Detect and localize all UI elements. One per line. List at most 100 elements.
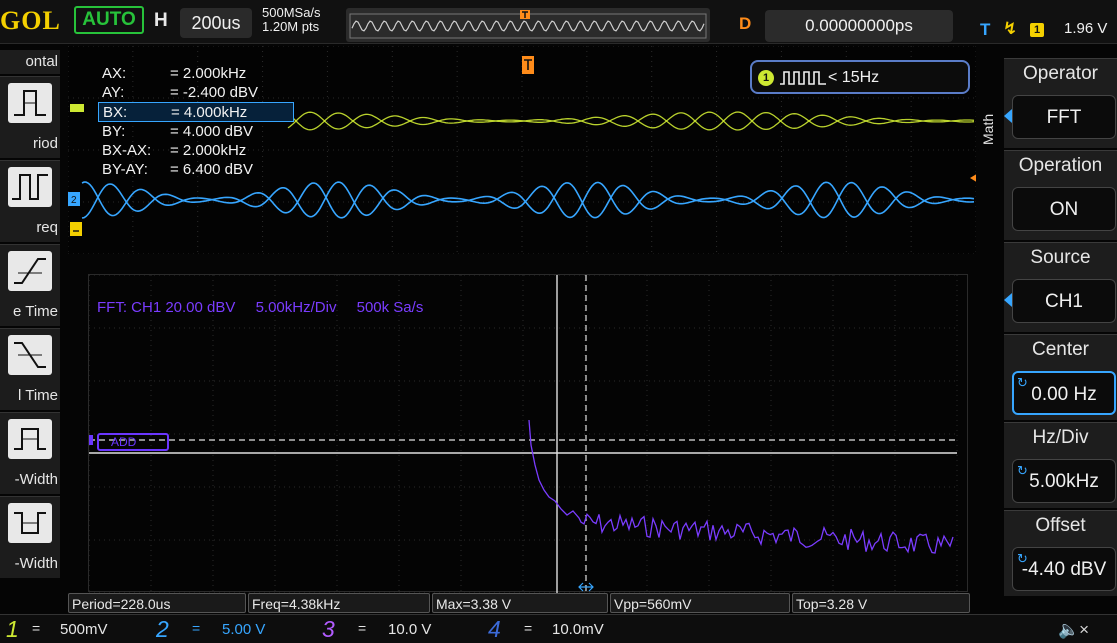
positive-width-icon	[8, 419, 52, 459]
ch2-trace-overlay	[81, 181, 975, 219]
rise-time-icon	[8, 251, 52, 291]
menu-hz-div[interactable]: Hz/Div 5.00kHz ↻	[1004, 422, 1117, 508]
measurement-top[interactable]: Top=3.28 V	[792, 593, 970, 613]
measure-rise-time-button[interactable]: e Time	[0, 244, 60, 326]
measure-neg-width-label: -Width	[14, 555, 58, 572]
trigger-level-marker[interactable]	[970, 172, 976, 184]
ch2-ground-marker[interactable]: 2	[68, 192, 80, 206]
ch1-offset-marker[interactable]	[70, 104, 84, 112]
measure-fall-time-button[interactable]: l Time	[0, 328, 60, 410]
knob-icon: ↻	[1017, 375, 1028, 390]
fft-display[interactable]: FFT: CH1 20.00 dBV 5.00kHz/Div 500k Sa/s…	[88, 274, 968, 593]
memory-overview-strip[interactable]	[346, 8, 710, 42]
dc-coupling-icon: =	[192, 620, 201, 636]
menu-operator-value[interactable]: FFT	[1012, 95, 1116, 139]
trigger-source-badge: 1	[758, 70, 774, 86]
menu-operator-title: Operator	[1023, 63, 1098, 84]
measure-menu-panel: ontal riod req e Time l Time -Width -Wid…	[0, 48, 60, 588]
waveform-display[interactable]: 2 AX: = 2.000kHz AY: = -2.400 dBV BX: = 4.0…	[68, 46, 976, 254]
memory-depth: 1.20M pts	[262, 19, 320, 34]
fft-reference-label[interactable]: ADD	[97, 433, 169, 451]
measure-fall-time-label: l Time	[17, 387, 58, 404]
math-offset-marker[interactable]	[89, 435, 93, 445]
menu-source-value[interactable]: CH1	[1012, 279, 1116, 323]
channel-2-status[interactable]: 2 = 5.00 V	[156, 616, 316, 643]
math-menu-panel: Math Operator FFT Operation ON Source CH…	[978, 58, 1117, 598]
channel-3-status[interactable]: 3 = 10.0 V	[322, 616, 482, 643]
measure-period-button[interactable]: riod	[0, 76, 60, 158]
menu-center[interactable]: Center 0.00 Hz ↻	[1004, 334, 1117, 420]
menu-offset-title: Offset	[1035, 515, 1086, 536]
negative-width-icon	[8, 503, 52, 543]
ch1-ground-marker[interactable]	[70, 222, 82, 236]
fft-sample-rate: 500k Sa/s	[356, 299, 424, 316]
measurement-period[interactable]: Period=228.0us	[68, 593, 246, 613]
menu-hz-div-title: Hz/Div	[1032, 427, 1089, 448]
cursor-row-bx[interactable]: BX: = 4.000kHz	[98, 102, 294, 122]
menu-source-title: Source	[1030, 247, 1091, 268]
measure-neg-width-button[interactable]: -Width	[0, 496, 60, 578]
memory-overview-wave	[349, 10, 707, 39]
measure-freq-label: req	[36, 219, 58, 236]
acquisition-info: 500MSa/s 1.20M pts	[262, 6, 321, 34]
measure-pos-width-label: -Width	[14, 471, 58, 488]
run-state-badge[interactable]: AUTO	[74, 6, 144, 34]
measure-period-label: riod	[32, 135, 58, 152]
ch1-trace	[287, 111, 975, 131]
knob-icon: ↻	[1017, 463, 1028, 478]
measurement-max[interactable]: Max=3.38 V	[432, 593, 608, 613]
delay-value[interactable]: 0.00000000ps	[765, 10, 953, 42]
menu-center-title: Center	[1031, 339, 1090, 360]
fft-grid	[89, 275, 958, 593]
channel-2-scale: 5.00 V	[222, 621, 266, 638]
speaker-muted-icon[interactable]: 🔈×	[1058, 620, 1089, 640]
menu-operation[interactable]: Operation ON	[1004, 150, 1117, 240]
cursor-row-bx-ax: BX-AX: = 2.000kHz	[102, 141, 247, 159]
menu-offset[interactable]: Offset -4.40 dBV ↻	[1004, 510, 1117, 596]
cursor-row-by-ay: BY-AY: = 6.400 dBV	[102, 160, 253, 178]
timebase-value[interactable]: 200us	[180, 8, 252, 38]
menu-operation-title: Operation	[1018, 155, 1103, 176]
channel-3-scale: 10.0 V	[388, 621, 432, 638]
menu-operator[interactable]: Operator FFT	[1004, 58, 1117, 148]
frequency-icon	[8, 167, 52, 207]
fft-canvas	[89, 275, 958, 593]
dc-coupling-icon: =	[32, 620, 41, 636]
channel-4-number: 4	[488, 616, 501, 642]
left-arrow-icon	[1004, 109, 1012, 123]
channel-1-status[interactable]: 1 = 500mV	[6, 616, 156, 643]
dc-coupling-icon: =	[358, 620, 367, 636]
trigger-label: T	[980, 20, 991, 39]
measure-rise-time-label: e Time	[12, 303, 58, 320]
measurement-freq[interactable]: Freq=4.38kHz	[248, 593, 430, 613]
trigger-level[interactable]: 1.96 V	[1064, 20, 1107, 37]
channel-1-number: 1	[6, 616, 19, 642]
measure-menu-header: ontal	[0, 50, 60, 74]
fall-time-icon	[8, 335, 52, 375]
rising-edge-icon: ↯	[1003, 19, 1018, 38]
fft-source-scale: FFT: CH1 20.00 dBV	[97, 299, 236, 316]
channel-4-status[interactable]: 4 = 10.0mV	[488, 616, 648, 643]
left-arrow-icon	[1004, 293, 1012, 307]
top-status-bar: GOL AUTO H 200us 500MSa/s 1.20M pts D 0.…	[0, 0, 1117, 44]
dc-coupling-icon: =	[524, 620, 533, 636]
fft-hz-div: 5.00kHz/Div	[255, 299, 337, 316]
cursor-row-ax: AX: = 2.000kHz	[102, 65, 247, 82]
brand-logo: GOL	[0, 6, 61, 35]
menu-source[interactable]: Source CH1	[1004, 242, 1117, 332]
trigger-frequency-text: < 15Hz	[828, 69, 880, 86]
trigger-position-marker[interactable]	[522, 56, 534, 74]
channel-2-number: 2	[156, 616, 169, 642]
measure-pos-width-button[interactable]: -Width	[0, 412, 60, 494]
measurement-vpp[interactable]: Vpp=560mV	[610, 593, 790, 613]
measure-freq-button[interactable]: req	[0, 160, 60, 242]
measurement-strip: Period=228.0us Freq=4.38kHz Max=3.38 V V…	[68, 593, 970, 613]
delay-label: D	[739, 14, 752, 33]
sample-rate: 500MSa/s	[262, 5, 321, 20]
cursor-row-ay: AY: = -2.400 dBV	[102, 84, 258, 102]
trigger-frequency-box[interactable]: 1 < 15Hz	[750, 60, 970, 94]
channel-1-scale: 500mV	[60, 621, 108, 638]
menu-operation-value[interactable]: ON	[1012, 187, 1116, 231]
trigger-channel-badge: 1	[1030, 23, 1044, 37]
pulse-train-icon	[780, 71, 826, 85]
